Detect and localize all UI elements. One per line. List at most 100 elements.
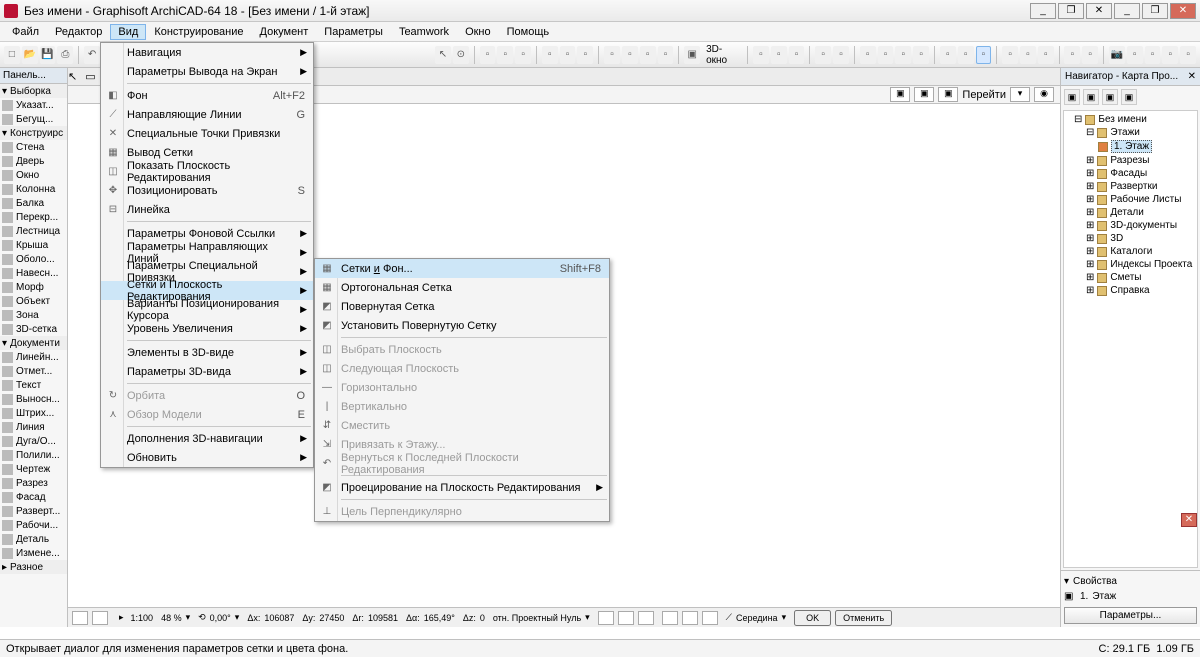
bottom-icon[interactable]	[638, 611, 654, 625]
tool-icon[interactable]: ▫	[833, 46, 849, 64]
tool-Текст[interactable]: Текст	[0, 378, 67, 392]
menu-construct[interactable]: Конструирование	[146, 24, 251, 40]
tree-node[interactable]: ⊞Разрезы	[1068, 154, 1193, 167]
tool-3D-сетка[interactable]: 3D-сетка	[0, 322, 67, 336]
menu-view[interactable]: Вид	[110, 24, 146, 40]
print-icon[interactable]: ⎙	[57, 46, 73, 64]
menu-item[interactable]: Варианты Позиционирования Курсора▶	[101, 300, 313, 319]
tool-Измене...[interactable]: Измене...	[0, 546, 67, 560]
snap-value[interactable]: Середина	[736, 613, 778, 623]
tool-Лестница[interactable]: Лестница	[0, 224, 67, 238]
ruler-btn[interactable]: ◉	[1034, 87, 1054, 102]
tool-icon[interactable]: ▫	[895, 46, 911, 64]
menu-item[interactable]: ◩Установить Повернутую Сетку	[315, 316, 609, 335]
tool-icon[interactable]: ▫	[1082, 46, 1098, 64]
minimize-button[interactable]: _	[1114, 3, 1140, 19]
toolbox-section[interactable]: ▾ Документи	[0, 336, 67, 350]
tool-icon[interactable]: ▫	[1038, 46, 1054, 64]
tree-node[interactable]: ⊞Детали	[1068, 206, 1193, 219]
zoom-value[interactable]: 48 %	[161, 613, 182, 623]
tool-icon[interactable]: ▫	[604, 46, 620, 64]
menu-item[interactable]: ◫Показать Плоскость Редактирования	[101, 162, 313, 181]
tool-icon[interactable]: ▫	[480, 46, 496, 64]
tree-node[interactable]: ⊞Рабочие Листы	[1068, 193, 1193, 206]
menu-item[interactable]: ⊟Линейка	[101, 200, 313, 219]
panel-close-icon[interactable]: ✕	[1181, 513, 1197, 527]
tab-marquee-icon[interactable]: ▭	[85, 70, 95, 83]
menu-file[interactable]: Файл	[4, 24, 47, 40]
camera-icon[interactable]: 📷	[1109, 46, 1125, 64]
tool-icon[interactable]: ▫	[658, 46, 674, 64]
params-button[interactable]: Параметры...	[1064, 607, 1197, 624]
restore-button[interactable]: ❐	[1142, 3, 1168, 19]
tool-Окно[interactable]: Окно	[0, 168, 67, 182]
menu-item[interactable]: ◧ФонAlt+F2	[101, 86, 313, 105]
tool-icon[interactable]: ▫	[753, 46, 769, 64]
tool-Крыша[interactable]: Крыша	[0, 238, 67, 252]
grids-submenu[interactable]: ▦Сетки и Фон...Shift+F8▦Ортогональная Се…	[314, 258, 610, 522]
tool-Линия[interactable]: Линия	[0, 420, 67, 434]
magnet-icon[interactable]: ⊙	[453, 46, 469, 64]
menu-window[interactable]: Окно	[457, 24, 499, 40]
toolbox-section[interactable]: ▸ Разное	[0, 560, 67, 574]
tool-Оболо...[interactable]: Оболо...	[0, 252, 67, 266]
bottom-icon[interactable]	[702, 611, 718, 625]
tool-Линейн...[interactable]: Линейн...	[0, 350, 67, 364]
tool-Отмет...[interactable]: Отмет...	[0, 364, 67, 378]
menu-item[interactable]: ▦Сетки и Фон...Shift+F8	[315, 259, 609, 278]
view3d-label[interactable]: 3D-окно	[702, 44, 742, 66]
nav-tab-icon[interactable]: ▣	[1083, 89, 1099, 105]
menu-item[interactable]: ◩Повернутая Сетка	[315, 297, 609, 316]
menu-item[interactable]: Уровень Увеличения▶	[101, 319, 313, 338]
menubar[interactable]: Файл Редактор Вид Конструирование Докуме…	[0, 22, 1200, 42]
tool-Перекр...[interactable]: Перекр...	[0, 210, 67, 224]
menu-item[interactable]: Параметры 3D-вида▶	[101, 362, 313, 381]
tree-node[interactable]: ⊞3D	[1068, 232, 1193, 245]
open-icon[interactable]: 📂	[22, 46, 38, 64]
view-menu[interactable]: Навигация▶Параметры Вывода на Экран▶◧Фон…	[100, 42, 314, 468]
tree-node[interactable]: ⊞Справка	[1068, 284, 1193, 297]
tool-icon[interactable]: ▫	[1180, 46, 1196, 64]
bottom-icon[interactable]	[92, 611, 108, 625]
tool-icon[interactable]: ▫	[1162, 46, 1178, 64]
menu-help[interactable]: Помощь	[499, 24, 558, 40]
tool-Стена[interactable]: Стена	[0, 140, 67, 154]
tool-icon[interactable]: ▫	[1064, 46, 1080, 64]
tree-node[interactable]: ⊞3D-документы	[1068, 219, 1193, 232]
scale-value[interactable]: 1:100	[131, 613, 154, 623]
tree-node[interactable]: ⊞Сметы	[1068, 271, 1193, 284]
bottom-icon[interactable]	[682, 611, 698, 625]
tool-Чертеж[interactable]: Чертеж	[0, 462, 67, 476]
angle-value[interactable]: 0,00°	[210, 613, 231, 623]
tool-Рабочи...[interactable]: Рабочи...	[0, 518, 67, 532]
ref-label[interactable]: отн. Проектный Нуль	[493, 613, 581, 623]
tool-Дуга/О...[interactable]: Дуга/О...	[0, 434, 67, 448]
panel-close-icon[interactable]: ✕	[1188, 71, 1196, 82]
tree-node[interactable]: ⊞Индексы Проекта	[1068, 258, 1193, 271]
view3d-icon[interactable]: ▣	[684, 46, 700, 64]
tool-icon[interactable]: ▫	[913, 46, 929, 64]
menu-document[interactable]: Документ	[252, 24, 317, 40]
tool-icon[interactable]: ▫	[815, 46, 831, 64]
bottom-icon[interactable]	[618, 611, 634, 625]
menu-item[interactable]: Навигация▶	[101, 43, 313, 62]
tree-node[interactable]: ⊟Этажи	[1068, 126, 1193, 139]
menu-editor[interactable]: Редактор	[47, 24, 110, 40]
minimize-secondary-button[interactable]: _	[1030, 3, 1056, 19]
bottom-icon[interactable]	[598, 611, 614, 625]
tree-root[interactable]: ⊟Без имени	[1068, 113, 1193, 126]
tree-node[interactable]: ⊞Фасады	[1068, 167, 1193, 180]
bottom-icon[interactable]	[662, 611, 678, 625]
tool-icon[interactable]: ▫	[515, 46, 531, 64]
tool-icon[interactable]: ▫	[789, 46, 805, 64]
tool-Бегущ...[interactable]: Бегущ...	[0, 112, 67, 126]
props-title[interactable]: Свойства	[1073, 576, 1117, 587]
tool-Разрез[interactable]: Разрез	[0, 476, 67, 490]
bottom-icon[interactable]	[72, 611, 88, 625]
cancel-button[interactable]: Отменить	[835, 610, 892, 626]
navigator-tree[interactable]: ⊟Без имени ⊟Этажи 1. Этаж ⊞Разрезы⊞Фасад…	[1063, 110, 1198, 568]
cursor-icon[interactable]: ↖	[435, 46, 451, 64]
menu-item[interactable]: ⟋Направляющие ЛинииG	[101, 105, 313, 124]
tool-Выносн...[interactable]: Выносн...	[0, 392, 67, 406]
goto-label[interactable]: Перейти	[962, 89, 1006, 101]
